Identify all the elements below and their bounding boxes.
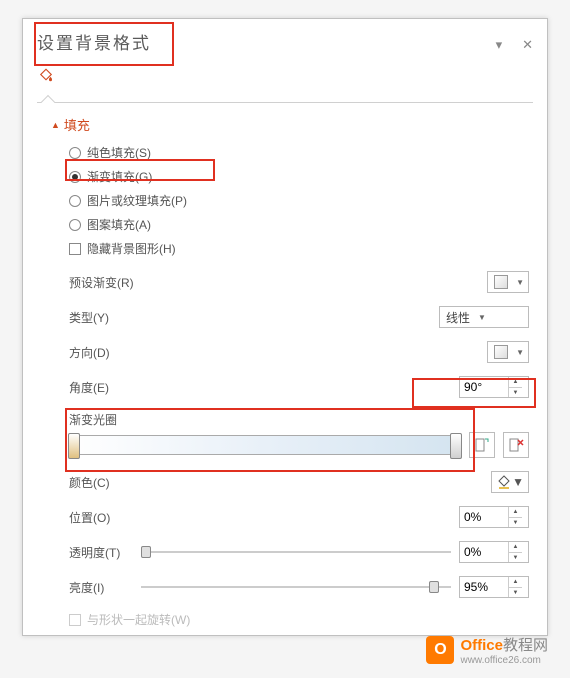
spin-down-icon[interactable]: ▼ (509, 553, 522, 563)
radio-picture-fill[interactable]: 图片或纹理填充(P) (69, 192, 529, 209)
gradient-stops-bar[interactable] (69, 435, 461, 455)
watermark-brand-suffix: 教程网 (503, 637, 548, 654)
direction-dropdown[interactable]: ▼ (487, 341, 529, 363)
remove-stop-button[interactable] (503, 432, 529, 458)
preset-gradient-label: 预设渐变(R) (69, 274, 134, 291)
brightness-label: 亮度(I) (69, 579, 141, 596)
chevron-down-icon: ▼ (476, 313, 488, 322)
brightness-slider[interactable] (141, 580, 451, 594)
transparency-slider[interactable] (141, 545, 451, 559)
watermark: O Office教程网 www.office26.com (426, 634, 548, 666)
spin-up-icon[interactable]: ▲ (509, 577, 522, 588)
swatch-icon (494, 345, 508, 359)
direction-label: 方向(D) (69, 344, 110, 361)
preset-gradient-dropdown[interactable]: ▼ (487, 271, 529, 293)
spin-down-icon[interactable]: ▼ (509, 388, 522, 398)
gradient-stop-handle[interactable] (68, 433, 80, 459)
panel-header: 设置背景格式 ▾ ✕ (23, 19, 547, 63)
tab-bar (23, 63, 547, 96)
transparency-label: 透明度(T) (69, 544, 141, 561)
chevron-down-icon: ▼ (514, 348, 526, 357)
add-stop-button[interactable] (469, 432, 495, 458)
transparency-input[interactable] (460, 545, 508, 559)
angle-spinner[interactable]: ▲ ▼ (459, 376, 529, 398)
radio-gradient-fill[interactable]: 渐变填充(G) (69, 168, 529, 185)
color-bucket-icon (496, 474, 512, 490)
fill-section-header[interactable]: ▲ 填充 (51, 115, 529, 134)
position-input[interactable] (460, 510, 508, 524)
spin-up-icon[interactable]: ▲ (509, 377, 522, 388)
checkbox-hide-shapes[interactable]: 隐藏背景图形(H) (69, 240, 529, 257)
brightness-spinner[interactable]: ▲▼ (459, 576, 529, 598)
chevron-down-icon: ▼ (514, 278, 526, 287)
spin-up-icon[interactable]: ▲ (509, 542, 522, 553)
angle-input[interactable] (460, 380, 508, 394)
panel-title: 设置背景格式 (37, 34, 151, 53)
position-label: 位置(O) (69, 509, 141, 526)
watermark-logo-icon: O (426, 636, 454, 664)
gradient-stops-label: 渐变光圈 (69, 411, 529, 428)
watermark-url: www.office26.com (460, 655, 548, 666)
radio-solid-fill[interactable]: 纯色填充(S) (69, 144, 529, 161)
angle-label: 角度(E) (69, 379, 109, 396)
watermark-brand: Office (460, 637, 503, 654)
spin-down-icon[interactable]: ▼ (509, 588, 522, 598)
gradient-stop-handle[interactable] (450, 433, 462, 459)
transparency-spinner[interactable]: ▲▼ (459, 541, 529, 563)
dropdown-caret-icon[interactable]: ▾ (496, 37, 503, 53)
collapse-triangle-icon: ▲ (51, 120, 60, 130)
spin-up-icon[interactable]: ▲ (509, 507, 522, 518)
close-icon[interactable]: ✕ (522, 37, 533, 53)
color-dropdown[interactable]: ▼ (491, 471, 529, 493)
brightness-input[interactable] (460, 580, 508, 594)
format-background-panel: 设置背景格式 ▾ ✕ ▲ 填充 纯色填充(S) 渐变填充(G) (22, 18, 548, 636)
spin-down-icon[interactable]: ▼ (509, 518, 522, 528)
swatch-icon (494, 275, 508, 289)
type-label: 类型(Y) (69, 309, 109, 326)
type-dropdown[interactable]: 线性 ▼ (439, 306, 529, 328)
color-label: 颜色(C) (69, 474, 110, 491)
radio-pattern-fill[interactable]: 图案填充(A) (69, 216, 529, 233)
position-spinner[interactable]: ▲▼ (459, 506, 529, 528)
section-title: 填充 (64, 115, 90, 134)
rotate-with-shape-checkbox: 与形状一起旋转(W) (69, 611, 529, 628)
fill-bucket-icon[interactable] (37, 67, 55, 85)
chevron-down-icon: ▼ (512, 475, 524, 489)
